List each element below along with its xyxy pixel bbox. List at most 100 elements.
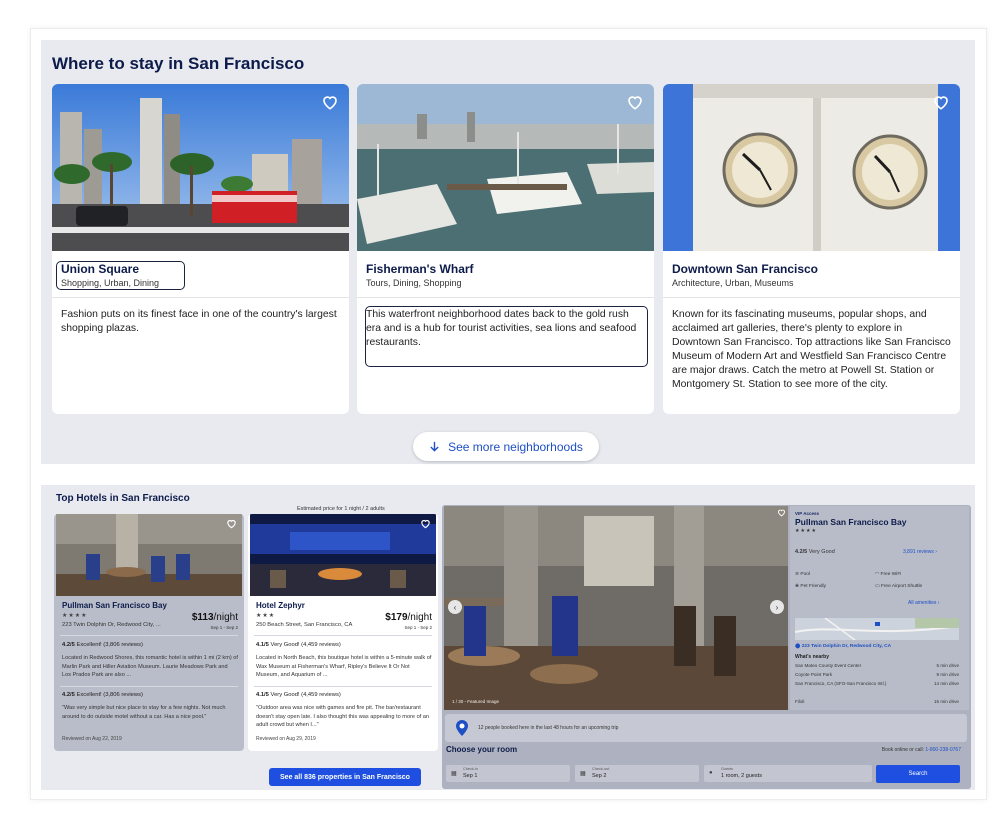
- location-map[interactable]: [795, 618, 959, 640]
- hotel-address: ⬤ 223 Twin Dolphin Dr, Redwood City, CA: [795, 644, 892, 649]
- hotel-stars: ★★★★: [795, 528, 817, 534]
- paw-icon: ❀: [795, 584, 800, 589]
- hotel-blurb: Located in Redwood Shores, this romantic…: [62, 655, 238, 678]
- all-amenities-link[interactable]: All amenities ›: [908, 600, 939, 606]
- reviews-link[interactable]: 3,891 reviews ›: [903, 549, 937, 555]
- hotel-stars: ★★★★: [62, 613, 88, 619]
- neighborhood-tags: Tours, Dining, Shopping: [366, 278, 462, 288]
- nearby-item: San Francisco, CA (SFO-San Francisco Int…: [795, 681, 887, 686]
- neighborhood-description: Known for its fascinating museums, popul…: [672, 309, 951, 390]
- neighborhood-name[interactable]: Fisherman's Wharf: [366, 262, 474, 276]
- hotel-card-zephyr[interactable]: Hotel Zephyr ★★★ 250 Beach Street, San F…: [248, 514, 438, 751]
- image-counter: 1 / 30 - Featured Image: [452, 699, 500, 704]
- hotel-summary: VIP Access Pullman San Francisco Bay ★★★…: [790, 506, 969, 710]
- neighborhood-tags: Architecture, Urban, Museums: [672, 278, 794, 288]
- top-hotels-section: Top Hotels in San Francisco Estimated pr…: [41, 485, 975, 790]
- hotel-photo: [56, 514, 242, 596]
- search-button[interactable]: Search: [876, 765, 960, 783]
- amenity-wifi: ◠ Free WiFi: [875, 572, 902, 577]
- review-date: Reviewed on Aug 22, 2019: [62, 736, 122, 742]
- divider: [60, 686, 238, 687]
- hotel-blurb: Located in North Beach, this boutique ho…: [256, 655, 432, 678]
- see-more-label: See more neighborhoods: [448, 439, 583, 454]
- heart-icon[interactable]: [932, 93, 950, 111]
- location-pin-icon: [456, 720, 468, 736]
- book-call-text: Book online or call: 1-800-238-0767: [881, 747, 961, 753]
- neighborhood-card-fishermans-wharf[interactable]: Fisherman's Wharf Tours, Dining, Shoppin…: [357, 84, 654, 414]
- chevron-left-icon[interactable]: ‹: [448, 600, 462, 614]
- heart-icon[interactable]: [226, 518, 237, 529]
- hotel-stars: ★★★: [256, 613, 276, 619]
- card-header: Downtown San Francisco Architecture, Urb…: [663, 251, 960, 298]
- focus-outline: [56, 261, 185, 290]
- hotel-review: "Outdoor area was nice with games and fi…: [256, 705, 430, 728]
- fishermans-wharf-photo: [357, 84, 654, 251]
- hotel-address: 223 Twin Dolphin Dr, Redwood City, ...: [62, 622, 161, 628]
- hotel-price: $179/night: [385, 612, 432, 623]
- review-date: Reviewed on Aug 29, 2019: [256, 736, 316, 742]
- hotel-dates: Sep 1 - Sep 2: [210, 625, 238, 630]
- amenity-pool: ≋ Pool: [795, 572, 810, 577]
- arrow-down-icon: [430, 441, 439, 452]
- nearby-item: Filoli 15 min drive: [795, 699, 959, 704]
- phone-link[interactable]: 1-800-238-0767: [925, 747, 961, 753]
- chevron-right-icon[interactable]: ›: [770, 600, 784, 614]
- card-header: Fisherman's Wharf Tours, Dining, Shoppin…: [357, 251, 654, 298]
- hotel-price: $113/night: [191, 612, 238, 623]
- see-all-properties-button[interactable]: See all 836 properties in San Francisco: [269, 768, 421, 786]
- section-title: Top Hotels in San Francisco: [56, 493, 190, 504]
- booking-alert: 12 people booked here in the last 48 hou…: [445, 714, 967, 742]
- neighborhood-description: Fashion puts on its finest face in one o…: [61, 309, 337, 334]
- heart-icon[interactable]: [777, 508, 786, 517]
- guests-field[interactable]: ● Guests 1 room, 2 guests: [704, 765, 872, 782]
- hotel-rating: 4.2/5 Excellent! (3,806 reviews): [62, 642, 143, 648]
- divider: [254, 686, 432, 687]
- heart-icon[interactable]: [626, 93, 644, 111]
- heart-icon[interactable]: [321, 93, 339, 111]
- heart-icon[interactable]: [420, 518, 431, 529]
- checkout-field[interactable]: ▦ Check-out Sep 2: [575, 765, 699, 782]
- vip-access-badge: VIP Access: [795, 511, 820, 516]
- hotel-address: 250 Beach Street, San Francisco, CA: [256, 622, 353, 628]
- section-title: Where to stay in San Francisco: [52, 54, 305, 73]
- neighborhoods-section: Where to stay in San Francisco Union Squ…: [41, 40, 975, 464]
- neighborhood-card-downtown[interactable]: Downtown San Francisco Architecture, Urb…: [663, 84, 960, 414]
- hotel-name[interactable]: Hotel Zephyr: [256, 601, 305, 610]
- checkin-field[interactable]: ▦ Check-in Sep 1: [446, 765, 570, 782]
- nearby-item: Coyote Point Park 9 min drive: [795, 672, 959, 677]
- hotel-rating: 4.1/5 Very Good! (4,459 reviews): [256, 642, 341, 648]
- hotel-rating: 4.2/5 Very Good: [795, 549, 835, 555]
- see-more-neighborhoods-button[interactable]: See more neighborhoods: [413, 432, 599, 461]
- hotel-dates: Sep 1 - Sep 2: [404, 625, 432, 630]
- pool-icon: ≋: [795, 572, 800, 577]
- person-icon: ●: [709, 770, 713, 776]
- pin-icon: ⬤: [795, 644, 801, 649]
- calendar-icon: ▦: [580, 771, 586, 777]
- shuttle-icon: ▭: [875, 584, 880, 589]
- booking-alert-text: 12 people booked here in the last 48 hou…: [478, 725, 619, 731]
- hotel-photo: [250, 514, 436, 596]
- neighborhood-name[interactable]: Downtown San Francisco: [672, 262, 818, 276]
- hotel-gallery-image: ‹ › 1 / 30 - Featured Image: [444, 506, 788, 710]
- hotel-card-pullman[interactable]: Pullman San Francisco Bay ★★★★ 223 Twin …: [54, 514, 244, 751]
- choose-room-title: Choose your room: [446, 745, 518, 754]
- nearby-item: San Mateo County Event Center 5 min drive: [795, 663, 959, 668]
- nearby-title: What's nearby: [795, 654, 829, 660]
- downtown-clock-tower-photo: [663, 84, 960, 251]
- hotel-name[interactable]: Pullman San Francisco Bay: [62, 601, 167, 610]
- estimate-note: Estimated price for 1 night / 2 adults: [297, 506, 385, 512]
- hotel-rating: 4.1/5 Very Good! (4,459 reviews): [256, 692, 341, 698]
- hotel-rating: 4.2/5 Excellent! (3,806 reviews): [62, 692, 143, 698]
- hotel-review: "Was very simple but nice place to stay …: [62, 705, 226, 720]
- wifi-icon: ◠: [875, 572, 880, 577]
- divider: [60, 635, 238, 636]
- hotel-detail-panel: ‹ › 1 / 30 - Featured Image VIP Access P…: [442, 505, 971, 789]
- divider: [254, 635, 432, 636]
- neighborhood-description: This waterfront neighborhood dates back …: [366, 309, 637, 348]
- calendar-icon: ▦: [451, 771, 457, 777]
- amenity-pets: ❀ Pet Friendly: [795, 584, 826, 589]
- neighborhood-card-union-square[interactable]: Union Square Shopping, Urban, Dining Fas…: [52, 84, 349, 414]
- amenity-shuttle: ▭ Free Airport Shuttle: [875, 584, 923, 589]
- union-square-photo: [52, 84, 349, 251]
- hotel-name: Pullman San Francisco Bay: [795, 517, 907, 527]
